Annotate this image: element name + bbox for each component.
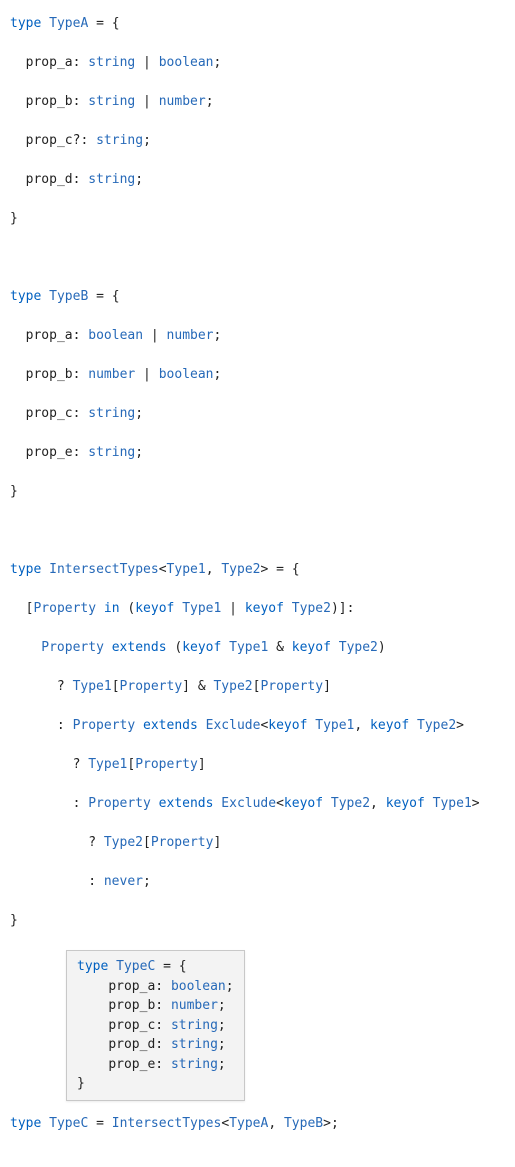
code-line: [Property in (keyof Type1 | keyof Type2)…: [10, 599, 505, 619]
tooltip-line: prop_a: boolean;: [77, 977, 234, 997]
code-line: prop_a: string | boolean;: [10, 53, 505, 73]
tooltip-line: prop_e: string;: [77, 1055, 234, 1075]
tooltip-line: prop_b: number;: [77, 996, 234, 1016]
code-line: prop_b: string | number;: [10, 92, 505, 112]
code-line: prop_d: string;: [10, 170, 505, 190]
tooltip-line: prop_d: string;: [77, 1035, 234, 1055]
code-line: ? Type2[Property]: [10, 833, 505, 853]
code-line: ? Type1[Property] & Type2[Property]: [10, 677, 505, 697]
code-line: : Property extends Exclude<keyof Type1, …: [10, 716, 505, 736]
code-line: }: [10, 209, 505, 229]
code-line: : never;: [10, 872, 505, 892]
code-line: type IntersectTypes<Type1, Type2> = {: [10, 560, 505, 580]
hover-tooltip: type TypeC = { prop_a: boolean; prop_b: …: [66, 950, 245, 1101]
code-line: prop_c: string;: [10, 404, 505, 424]
code-line: Property extends (keyof Type1 & keyof Ty…: [10, 638, 505, 658]
code-line: type TypeC = IntersectTypes<TypeA, TypeB…: [10, 1114, 505, 1134]
code-line: ? Type1[Property]: [10, 755, 505, 775]
code-line: type TypeB = {: [10, 287, 505, 307]
blank-line: [10, 521, 505, 541]
code-line: type TypeA = {: [10, 14, 505, 34]
tooltip-line: type TypeC = {: [77, 957, 234, 977]
blank-line: [10, 248, 505, 268]
code-line: prop_a: boolean | number;: [10, 326, 505, 346]
code-line: prop_b: number | boolean;: [10, 365, 505, 385]
code-line: }: [10, 482, 505, 502]
tooltip-anchor: type TypeC = { prop_a: boolean; prop_b: …: [10, 950, 505, 970]
code-line: prop_e: string;: [10, 443, 505, 463]
tooltip-line: prop_c: string;: [77, 1016, 234, 1036]
code-line: }: [10, 911, 505, 931]
code-line: prop_c?: string;: [10, 131, 505, 151]
code-line: : Property extends Exclude<keyof Type2, …: [10, 794, 505, 814]
code-block: type TypeA = { prop_a: string | boolean;…: [10, 14, 505, 1153]
tooltip-line: }: [77, 1074, 234, 1094]
